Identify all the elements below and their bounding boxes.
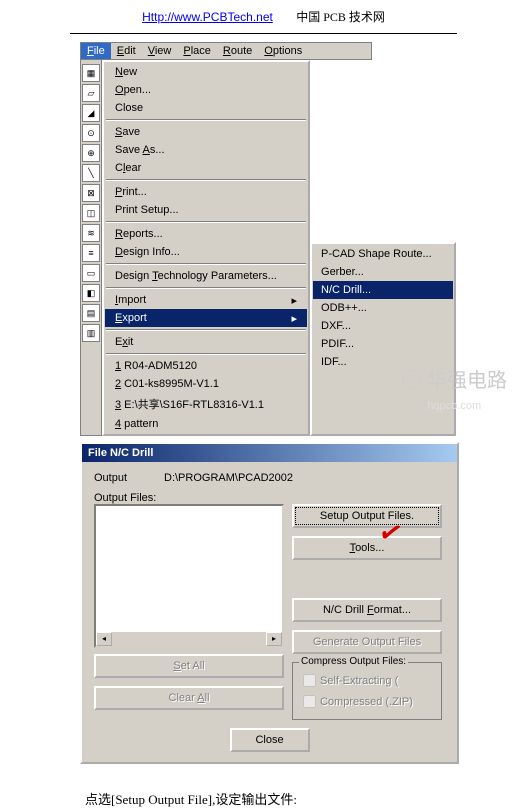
nc-drill-format-button[interactable]: N/C Drill Format... bbox=[292, 598, 442, 622]
menu-item[interactable]: Save As... bbox=[105, 141, 307, 159]
close-button[interactable]: Close bbox=[230, 728, 310, 752]
compressed-zip-checkbox[interactable] bbox=[303, 695, 316, 708]
compress-fieldset: Compress Output Files: Self-Extracting (… bbox=[292, 662, 442, 720]
menu-item[interactable]: New bbox=[105, 63, 307, 81]
tool-icon[interactable]: ≡ bbox=[82, 244, 100, 262]
menu-item[interactable]: 1 R04-ADM5120 bbox=[105, 357, 307, 375]
header-divider bbox=[70, 33, 457, 34]
menu-item[interactable]: Open... bbox=[105, 81, 307, 99]
submenu-item[interactable]: P-CAD Shape Route... bbox=[313, 245, 453, 263]
tool-icon[interactable]: ⊕ bbox=[82, 144, 100, 162]
submenu-item[interactable]: N/C Drill... bbox=[313, 281, 453, 299]
generate-output-files-button[interactable]: Generate Output Files bbox=[292, 630, 442, 654]
menu-item[interactable]: Design Info... bbox=[105, 243, 307, 261]
submenu-item[interactable]: ODB++... bbox=[313, 299, 453, 317]
tool-icon[interactable]: ≋ bbox=[82, 224, 100, 242]
menu-view[interactable]: View bbox=[142, 43, 178, 59]
menu-item[interactable]: Print Setup... bbox=[105, 201, 307, 219]
submenu-item[interactable]: DXF... bbox=[313, 317, 453, 335]
menu-item[interactable]: Design Technology Parameters... bbox=[105, 267, 307, 285]
nc-drill-dialog: File N/C Drill ✓ Output D:\PROGRAM\PCAD2… bbox=[80, 442, 459, 764]
tool-icon[interactable]: ╲ bbox=[82, 164, 100, 182]
file-menu-dropdown: NewOpen...Close SaveSave As...Clear Print.… bbox=[102, 60, 310, 436]
header-url[interactable]: Http://www.PCBTech.net bbox=[142, 10, 273, 24]
submenu-item[interactable]: Gerber... bbox=[313, 263, 453, 281]
scroll-right-icon[interactable]: ▸ bbox=[266, 632, 282, 646]
tool-icon[interactable]: ▱ bbox=[82, 84, 100, 102]
menu-item[interactable]: Save bbox=[105, 123, 307, 141]
scroll-left-icon[interactable]: ◂ bbox=[96, 632, 112, 646]
horizontal-scrollbar[interactable]: ◂ ▸ bbox=[96, 632, 282, 646]
menu-item[interactable]: Close bbox=[105, 99, 307, 117]
tools-button[interactable]: Tools... bbox=[292, 536, 442, 560]
tool-icon[interactable]: ⊠ bbox=[82, 184, 100, 202]
tool-icon[interactable]: ▭ bbox=[82, 264, 100, 282]
submenu-item[interactable]: PDIF... bbox=[313, 335, 453, 353]
self-extracting-label: Self-Extracting ( bbox=[320, 675, 398, 687]
clear-all-button[interactable]: Clear All bbox=[94, 686, 284, 710]
compress-legend: Compress Output Files: bbox=[299, 656, 408, 667]
output-label: Output bbox=[94, 472, 164, 484]
tool-icon[interactable]: ⊙ bbox=[82, 124, 100, 142]
footer-text: 点选[Setup Output File],设定输出文件: bbox=[85, 789, 527, 808]
menu-item[interactable]: 2 C01-ks8995M-V1.1 bbox=[105, 375, 307, 393]
output-files-label: Output Files: bbox=[94, 492, 445, 504]
menu-options[interactable]: Options bbox=[258, 43, 308, 59]
menu-item[interactable]: Print... bbox=[105, 183, 307, 201]
menu-item[interactable]: Exit bbox=[105, 333, 307, 351]
set-all-button[interactable]: SSet Allet All bbox=[94, 654, 284, 678]
watermark: ◯ 华强电路hqpcb.com bbox=[401, 370, 507, 414]
menu-route[interactable]: Route bbox=[217, 43, 258, 59]
menu-item[interactable]: Export bbox=[105, 309, 307, 327]
menu-item[interactable]: 4 pattern bbox=[105, 415, 307, 433]
setup-output-files-button[interactable]: Setup Output Files. bbox=[292, 504, 442, 528]
page-header: Http://www.PCBTech.net 中国 PCB 技术网 bbox=[0, 0, 527, 33]
menu-item[interactable]: 3 E:\共享\S16F-RTL8316-V1.1 bbox=[105, 393, 307, 415]
tool-icon[interactable]: ◧ bbox=[82, 284, 100, 302]
compressed-zip-label: Compressed (.ZIP) bbox=[320, 696, 413, 708]
tool-icon[interactable]: ◢ bbox=[82, 104, 100, 122]
menu-place[interactable]: Place bbox=[177, 43, 217, 59]
output-path: D:\PROGRAM\PCAD2002 bbox=[164, 472, 293, 484]
self-extracting-checkbox[interactable] bbox=[303, 674, 316, 687]
dialog-titlebar: File N/C Drill bbox=[82, 444, 457, 462]
output-files-list[interactable]: ◂ ▸ bbox=[94, 504, 284, 648]
tool-icon[interactable]: ▦ bbox=[82, 64, 100, 82]
menu-item[interactable]: Reports... bbox=[105, 225, 307, 243]
tool-icon[interactable]: ▤ bbox=[82, 304, 100, 322]
submenu-item[interactable]: IDF... bbox=[313, 353, 453, 371]
menu-file[interactable]: File bbox=[81, 43, 111, 59]
vertical-toolbar: ▦ ▱ ◢ ⊙ ⊕ ╲ ⊠ ◫ ≋ ≡ ▭ ◧ ▤ ▥ bbox=[80, 60, 102, 436]
header-text: 中国 PCB 技术网 bbox=[296, 10, 385, 24]
menu-edit[interactable]: Edit bbox=[111, 43, 142, 59]
tool-icon[interactable]: ▥ bbox=[82, 324, 100, 342]
tool-icon[interactable]: ◫ bbox=[82, 204, 100, 222]
menu-item[interactable]: Clear bbox=[105, 159, 307, 177]
menubar: File Edit View Place Route Options bbox=[80, 42, 372, 60]
menu-item[interactable]: Import bbox=[105, 291, 307, 309]
